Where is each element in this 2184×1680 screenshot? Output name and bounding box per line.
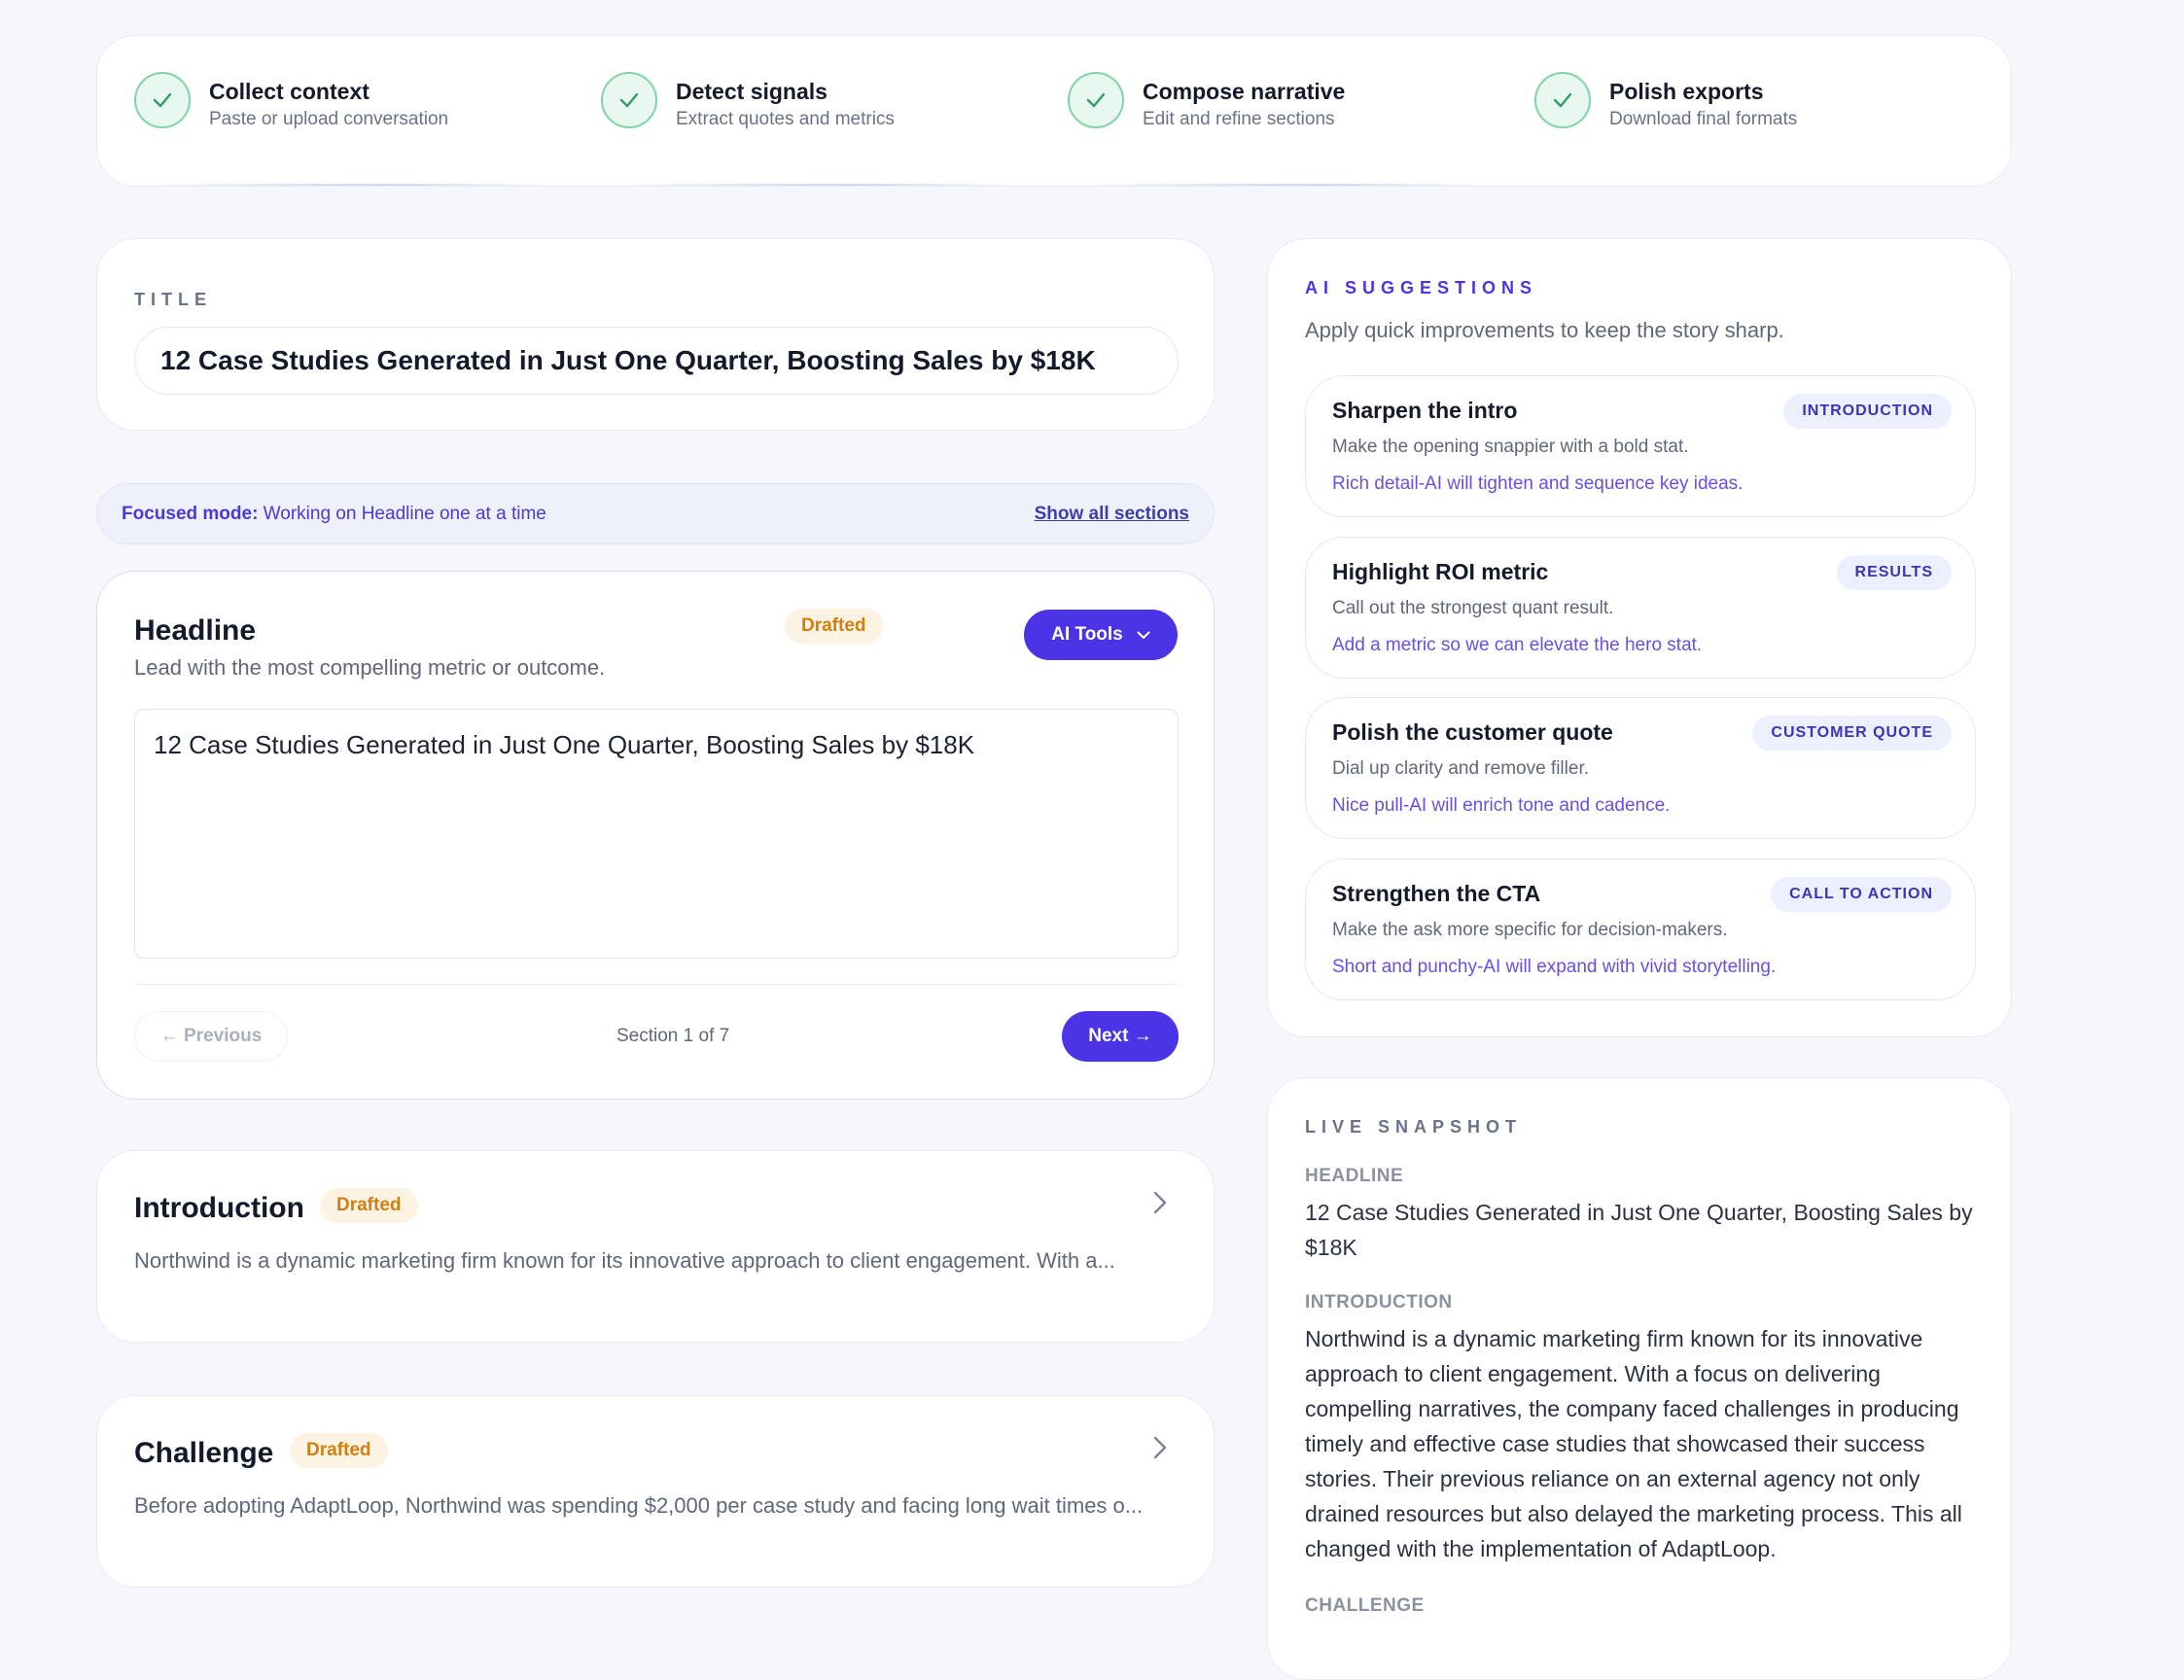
section-editor-card: Headline Lead with the most compelling m… [96, 571, 1215, 1100]
step-title: Detect signals [676, 79, 828, 104]
status-badge: Drafted [290, 1433, 388, 1468]
section-title: Headline [134, 614, 257, 647]
suggestion-tag: INTRODUCTION [1783, 394, 1952, 429]
suggestion-card[interactable]: Polish the customer quote CUSTOMER QUOTE… [1305, 697, 1976, 839]
section-guidance: Lead with the most compelling metric or … [134, 655, 606, 680]
step-title: Collect context [209, 79, 370, 104]
step-underline [134, 184, 562, 186]
previous-button[interactable]: ← Previous [134, 1011, 288, 1062]
step-subtitle: Extract quotes and metrics [676, 109, 895, 129]
chevron-right-icon[interactable] [1150, 1190, 1170, 1215]
suggestion-title: Polish the customer quote [1332, 719, 1613, 745]
suggestion-description: Make the opening snappier with a bold st… [1332, 437, 1689, 457]
suggestion-note: Rich detail-AI will tighten and sequence… [1332, 473, 1744, 494]
snapshot-introduction-label: INTRODUCTION [1305, 1292, 1453, 1312]
check-icon [1534, 72, 1591, 128]
suggestion-description: Call out the strongest quant result. [1332, 598, 1614, 618]
suggestion-tag: CALL TO ACTION [1771, 877, 1952, 912]
section-card-preview: Northwind is a dynamic marketing firm kn… [134, 1248, 1115, 1273]
suggestion-note: Short and punchy-AI will expand with viv… [1332, 957, 1777, 977]
chevron-right-icon[interactable] [1150, 1435, 1170, 1460]
section-content-textarea[interactable]: 12 Case Studies Generated in Just One Qu… [134, 709, 1179, 959]
ai-tools-label: AI Tools [1051, 624, 1123, 645]
suggestion-title: Sharpen the intro [1332, 398, 1518, 423]
check-icon [1068, 72, 1124, 128]
section-card-challenge[interactable]: Challenge Drafted Before adopting AdaptL… [96, 1395, 1215, 1588]
status-badge: Drafted [320, 1188, 418, 1223]
focused-mode-prefix: Focused mode: [122, 504, 259, 524]
suggestion-card[interactable]: Strengthen the CTA CALL TO ACTION Make t… [1305, 858, 1976, 1000]
section-card-title: Introduction [134, 1192, 304, 1224]
suggestion-title: Highlight ROI metric [1332, 559, 1549, 584]
divider [134, 984, 1179, 985]
title-input[interactable]: 12 Case Studies Generated in Just One Qu… [134, 327, 1179, 395]
snapshot-headline-label: HEADLINE [1305, 1166, 1404, 1186]
suggestion-description: Dial up clarity and remove filler. [1332, 758, 1589, 779]
suggestion-note: Add a metric so we can elevate the hero … [1332, 635, 1703, 655]
focused-mode-message: Working on Headline one at a time [258, 504, 546, 524]
step-title: Compose narrative [1143, 79, 1346, 104]
check-icon [134, 72, 191, 128]
next-button[interactable]: Next → [1062, 1011, 1179, 1062]
suggestion-tag: RESULTS [1836, 555, 1952, 590]
title-card: TITLE 12 Case Studies Generated in Just … [96, 238, 1215, 431]
step-title: Polish exports [1609, 79, 1764, 104]
ai-suggestions-subtitle: Apply quick improvements to keep the sto… [1305, 318, 1784, 342]
section-card-introduction[interactable]: Introduction Drafted Northwind is a dyna… [96, 1150, 1215, 1343]
section-card-title: Challenge [134, 1437, 274, 1469]
step-subtitle: Paste or upload conversation [209, 109, 449, 129]
check-icon [601, 72, 657, 128]
suggestion-description: Make the ask more specific for decision-… [1332, 920, 1728, 940]
step-underline [1068, 184, 1496, 186]
focused-mode-text: Focused mode: Working on Headline one at… [122, 504, 546, 525]
ai-suggestions-panel: AI SUGGESTIONS Apply quick improvements … [1267, 238, 2012, 1037]
snapshot-challenge-label: CHALLENGE [1305, 1595, 1425, 1616]
title-label: TITLE [134, 290, 212, 309]
suggestion-card[interactable]: Sharpen the intro INTRODUCTION Make the … [1305, 375, 1976, 517]
step-subtitle: Download final formats [1609, 109, 1798, 129]
snapshot-headline: 12 Case Studies Generated in Just One Qu… [1305, 1200, 1973, 1260]
step-subtitle: Edit and refine sections [1143, 109, 1335, 129]
live-snapshot-label: LIVE SNAPSHOT [1305, 1117, 1523, 1137]
suggestion-note: Nice pull-AI will enrich tone and cadenc… [1332, 795, 1671, 816]
suggestion-card[interactable]: Highlight ROI metric RESULTS Call out th… [1305, 537, 1976, 679]
show-all-sections-link[interactable]: Show all sections [1035, 504, 1189, 525]
snapshot-introduction: Northwind is a dynamic marketing firm kn… [1305, 1326, 1962, 1561]
section-card-preview: Before adopting AdaptLoop, Northwind was… [134, 1493, 1144, 1518]
focused-mode-banner: Focused mode: Working on Headline one at… [96, 483, 1215, 544]
section-counter: Section 1 of 7 [616, 1026, 730, 1046]
status-badge: Drafted [785, 609, 883, 644]
progress-stepper: Collect context Paste or upload conversa… [96, 35, 2012, 187]
step-underline [601, 184, 1029, 186]
ai-suggestions-label: AI SUGGESTIONS [1305, 278, 1538, 298]
suggestion-title: Strengthen the CTA [1332, 881, 1541, 906]
chevron-down-icon [1137, 631, 1150, 639]
live-snapshot-panel: LIVE SNAPSHOT HEADLINE 12 Case Studies G… [1267, 1077, 2012, 1680]
suggestion-tag: CUSTOMER QUOTE [1752, 716, 1952, 751]
ai-tools-button[interactable]: AI Tools [1024, 610, 1178, 660]
